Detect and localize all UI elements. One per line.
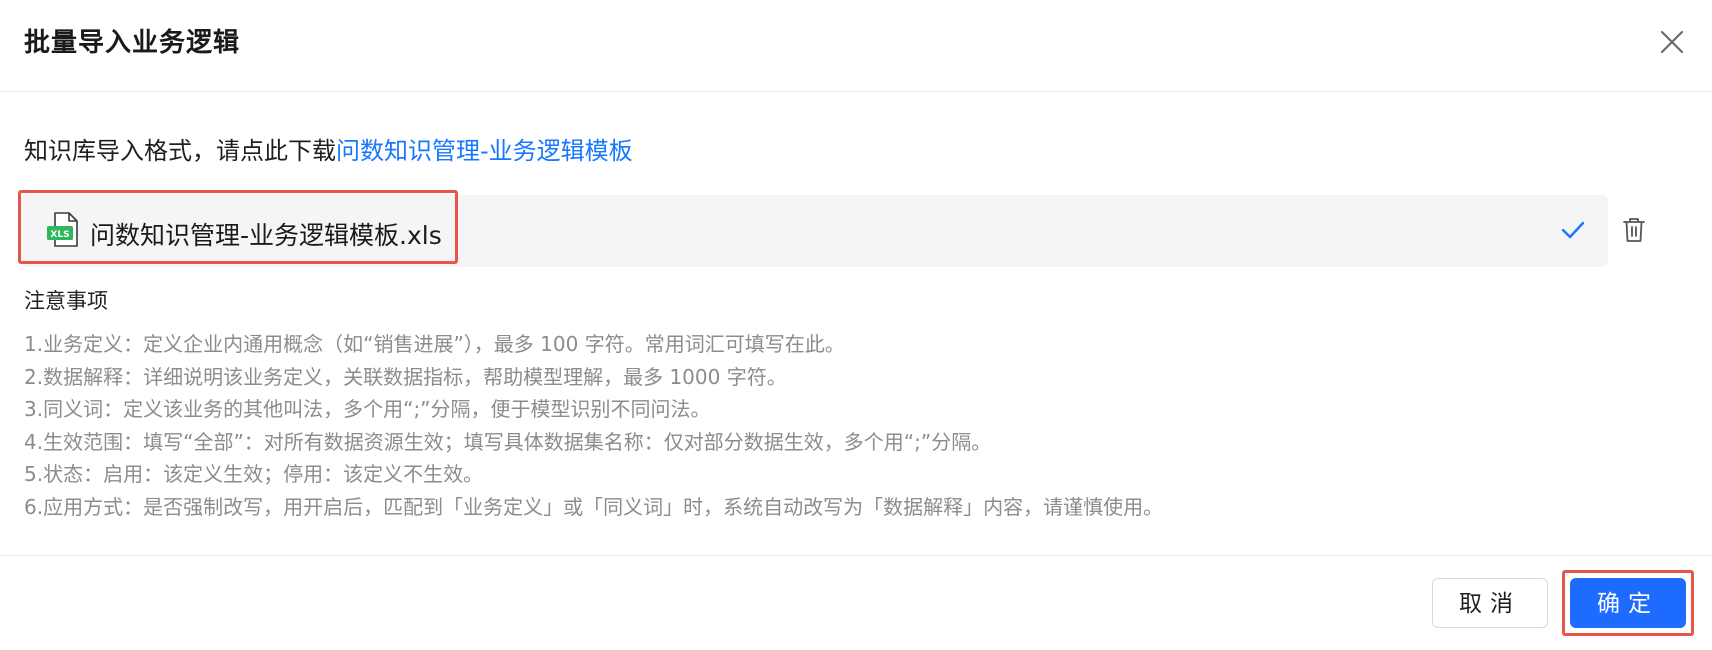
note-item: 6.应用方式：是否强制改写，用开启后，匹配到「业务定义」或「同义词」时，系统自动… [24,494,1164,519]
uploaded-file-name: 问数知识管理-业务逻辑模板.xls [90,221,442,250]
import-dialog: 批量导入业务逻辑 知识库导入格式，请点此下载问数知识管理-业务逻辑模板 XLS … [0,0,1712,650]
check-icon [1560,218,1586,242]
note-item: 2.数据解释：详细说明该业务定义，关联数据指标，帮助模型理解，最多 1000 字… [24,364,787,389]
xls-file-icon: XLS [45,212,85,248]
cancel-button[interactable]: 取消 [1432,578,1548,628]
note-item: 4.生效范围：填写“全部”：对所有数据资源生效；填写具体数据集名称：仅对部分数据… [24,429,992,454]
xls-icon-label: XLS [50,230,69,240]
notes-title: 注意事项 [24,289,108,313]
trash-icon[interactable] [1622,216,1646,244]
note-item: 3.同义词：定义该业务的其他叫法，多个用“;”分隔，便于模型识别不同问法。 [24,397,711,421]
template-download-line: 知识库导入格式，请点此下载问数知识管理-业务逻辑模板 [24,131,633,166]
dialog-title: 批量导入业务逻辑 [24,28,241,58]
template-prefix: 知识库导入格式，请点此下载 [24,137,336,165]
dialog-header: 批量导入业务逻辑 [0,0,1712,92]
template-download-link[interactable]: 问数知识管理-业务逻辑模板 [336,137,633,165]
close-icon[interactable] [1656,26,1688,58]
notes-list: 1.业务定义：定义企业内通用概念（如“销售进展”），最多 100 字符。常用词汇… [24,328,1674,523]
confirm-button[interactable]: 确定 [1570,578,1686,628]
note-item: 5.状态：启用：该定义生效；停用：该定义不生效。 [24,462,484,486]
note-item: 1.业务定义：定义企业内通用概念（如“销售进展”），最多 100 字符。常用词汇… [24,332,845,356]
